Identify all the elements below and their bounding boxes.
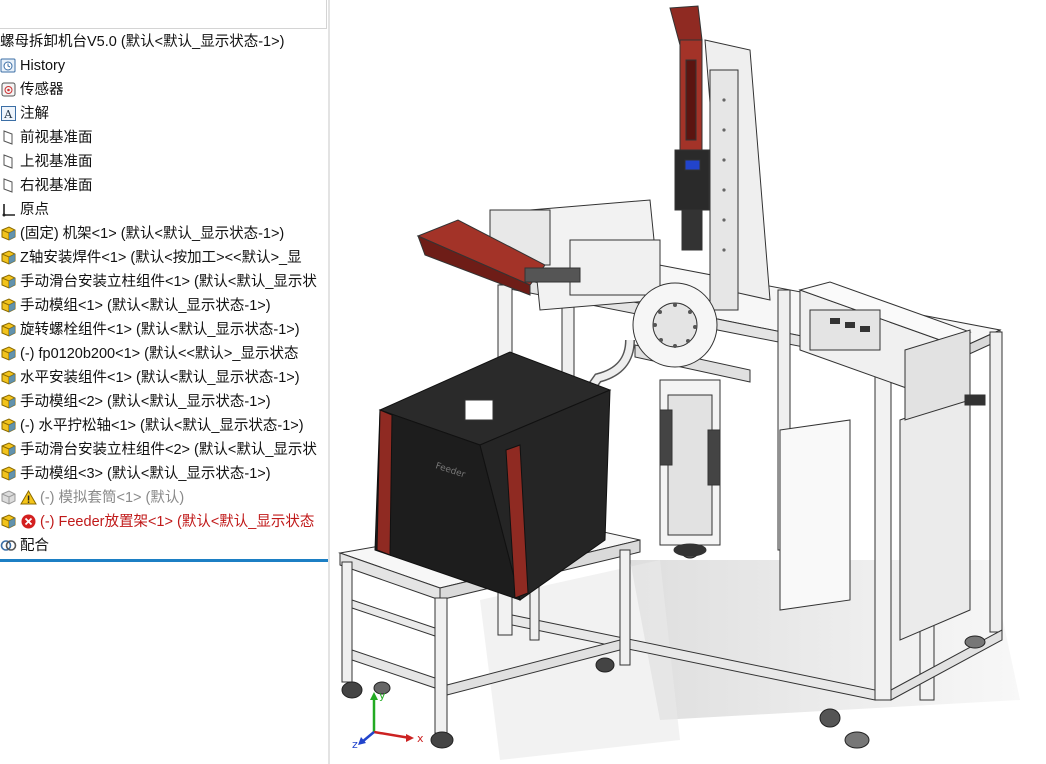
tree-item-label: 手动模组<2> (默认<默认_显示状态-1>) bbox=[20, 394, 271, 410]
annotation-icon: A bbox=[0, 105, 17, 122]
assembly-icon bbox=[0, 297, 17, 314]
tree-item-history[interactable]: History bbox=[0, 55, 65, 78]
plane-icon bbox=[0, 153, 17, 170]
tree-item-component[interactable]: 手动滑台安装立柱组件<2> (默认<默认_显示状 bbox=[0, 439, 317, 462]
tree-item-component[interactable]: 旋转螺栓组件<1> (默认<默认_显示状态-1>) bbox=[0, 319, 300, 342]
origin-icon bbox=[0, 201, 17, 218]
tree-item-label: Z轴安装焊件<1> (默认<按加工><<默认>_显 bbox=[20, 250, 302, 266]
tree-item-component[interactable]: (-) fp0120b200<1> (默认<<默认>_显示状态 bbox=[0, 343, 298, 366]
tree-item-component-error[interactable]: (-) Feeder放置架<1> (默认<默认_显示状态 bbox=[0, 511, 314, 534]
assembly-model[interactable]: Feeder bbox=[330, 0, 1046, 764]
history-icon bbox=[0, 57, 17, 74]
tree-item-component[interactable]: 手动模组<1> (默认<默认_显示状态-1>) bbox=[0, 295, 271, 318]
warning-icon bbox=[20, 489, 37, 506]
coordinate-triad: x y z bbox=[352, 690, 424, 750]
tree-item-label: (-) 水平拧松轴<1> (默认<默认_显示状态-1>) bbox=[20, 418, 304, 434]
tree-item-right-plane[interactable]: 右视基准面 bbox=[0, 175, 93, 198]
tree-item-label: 手动滑台安装立柱组件<1> (默认<默认_显示状 bbox=[20, 274, 317, 290]
tree-item-label: 原点 bbox=[20, 202, 49, 218]
assembly-icon bbox=[0, 321, 17, 338]
tree-item-label: 手动模组<3> (默认<默认_显示状态-1>) bbox=[20, 466, 271, 482]
tree-root-assembly[interactable]: 螺母拆卸机台V5.0 (默认<默认_显示状态-1>) bbox=[0, 31, 284, 54]
assembly-icon bbox=[0, 513, 17, 530]
manual-slide-module bbox=[798, 281, 986, 421]
suppressed-part-icon bbox=[0, 489, 17, 506]
triad-z-label: z bbox=[352, 738, 358, 750]
assembly-icon bbox=[0, 465, 17, 482]
tree-item-component[interactable]: 水平安装组件<1> (默认<默认_显示状态-1>) bbox=[0, 367, 300, 390]
z-axis-column bbox=[669, 5, 771, 311]
tree-item-origin[interactable]: 原点 bbox=[0, 199, 49, 222]
tree-item-label: (-) fp0120b200<1> (默认<<默认>_显示状态 bbox=[20, 346, 299, 362]
rotary-table bbox=[632, 282, 718, 368]
tree-item-label: 上视基准面 bbox=[20, 154, 93, 170]
tree-item-label: 水平安装组件<1> (默认<默认_显示状态-1>) bbox=[20, 370, 300, 386]
sensor-icon bbox=[0, 81, 17, 98]
tree-item-component[interactable]: Z轴安装焊件<1> (默认<按加工><<默认>_显 bbox=[0, 247, 302, 270]
triad-x-label: x bbox=[417, 732, 424, 745]
svg-text:A: A bbox=[3, 108, 13, 121]
tree-item-label: History bbox=[20, 58, 66, 74]
assembly-icon bbox=[0, 393, 17, 410]
part-icon bbox=[0, 225, 17, 242]
assembly-icon bbox=[0, 369, 17, 386]
assembly-icon bbox=[0, 441, 17, 458]
tree-item-label: 传感器 bbox=[20, 82, 64, 98]
tree-item-mates[interactable]: 配合 bbox=[0, 535, 49, 558]
error-icon bbox=[20, 513, 37, 530]
tree-item-component[interactable]: 手动模组<2> (默认<默认_显示状态-1>) bbox=[0, 391, 271, 414]
tree-item-component[interactable]: (固定) 机架<1> (默认<默认_显示状态-1>) bbox=[0, 223, 284, 246]
tree-item-top-plane[interactable]: 上视基准面 bbox=[0, 151, 93, 174]
tree-item-label: 配合 bbox=[20, 538, 49, 554]
tree-item-label: (固定) 机架<1> (默认<默认_显示状态-1>) bbox=[20, 226, 285, 242]
tree-item-label: (-) 模拟套筒<1> (默认) bbox=[40, 490, 185, 506]
tree-item-label: 旋转螺栓组件<1> (默认<默认_显示状态-1>) bbox=[20, 322, 300, 338]
tree-item-annotations[interactable]: A 注解 bbox=[0, 103, 49, 126]
tree-filter-bar[interactable] bbox=[0, 0, 327, 29]
tree-item-component[interactable]: 手动滑台安装立柱组件<1> (默认<默认_显示状 bbox=[0, 271, 317, 294]
graphics-area[interactable]: Feeder x y z bbox=[330, 0, 1046, 764]
assembly-icon bbox=[0, 345, 17, 362]
tree-item-label: (-) Feeder放置架<1> (默认<默认_显示状态 bbox=[40, 514, 315, 530]
tree-divider bbox=[0, 559, 328, 562]
plane-icon bbox=[0, 177, 17, 194]
tree-item-label: 手动模组<1> (默认<默认_显示状态-1>) bbox=[20, 298, 271, 314]
tree-item-sensors[interactable]: 传感器 bbox=[0, 79, 64, 102]
tree-item-label: 右视基准面 bbox=[20, 178, 93, 194]
tree-item-label: 注解 bbox=[20, 106, 49, 122]
tree-item-component[interactable]: 手动模组<3> (默认<默认_显示状态-1>) bbox=[0, 463, 271, 486]
mates-icon bbox=[0, 537, 17, 554]
tree-item-front-plane[interactable]: 前视基准面 bbox=[0, 127, 93, 150]
part-icon bbox=[0, 249, 17, 266]
triad-y-label: y bbox=[379, 690, 386, 702]
plane-icon bbox=[0, 129, 17, 146]
assembly-icon bbox=[0, 417, 17, 434]
horizontal-arm bbox=[416, 199, 661, 311]
tree-item-label: 前视基准面 bbox=[20, 130, 93, 146]
feature-manager-tree: 螺母拆卸机台V5.0 (默认<默认_显示状态-1>) History 传感器 A… bbox=[0, 0, 330, 764]
assembly-icon bbox=[0, 273, 17, 290]
tree-item-component[interactable]: (-) 水平拧松轴<1> (默认<默认_显示状态-1>) bbox=[0, 415, 304, 438]
tree-root-label: 螺母拆卸机台V5.0 (默认<默认_显示状态-1>) bbox=[0, 34, 285, 50]
lower-vertical-slide bbox=[659, 379, 721, 557]
tree-item-label: 手动滑台安装立柱组件<2> (默认<默认_显示状 bbox=[20, 442, 317, 458]
tree-item-component-suppressed[interactable]: (-) 模拟套筒<1> (默认) bbox=[0, 487, 184, 510]
